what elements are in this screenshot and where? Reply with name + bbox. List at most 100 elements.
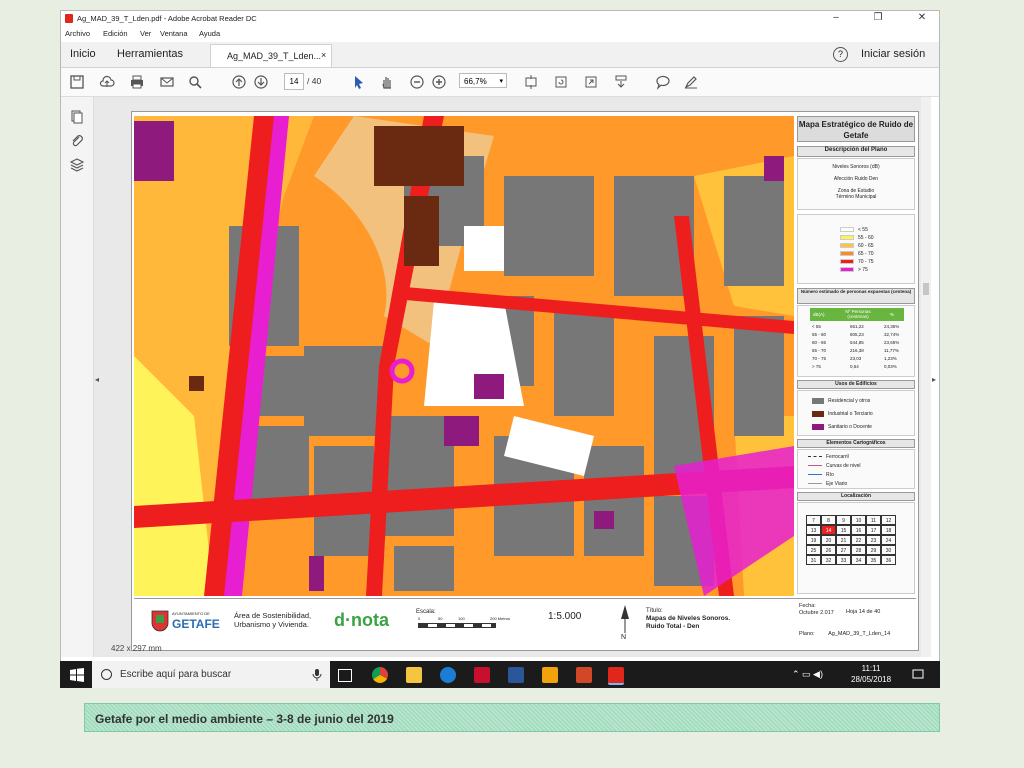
coat-of-arms-icon: [151, 610, 169, 632]
edge-icon[interactable]: [440, 667, 456, 683]
zoom-out-icon[interactable]: [409, 74, 425, 90]
menu-ventana[interactable]: Ventana: [160, 29, 188, 38]
acrobat-reader-icon[interactable]: [608, 667, 624, 685]
help-icon[interactable]: ?: [833, 47, 848, 62]
close-button[interactable]: ✕: [907, 12, 937, 23]
menu-archivo[interactable]: Archivo: [65, 29, 90, 38]
word-icon[interactable]: [508, 667, 524, 683]
chevron-down-icon: ▾: [499, 78, 503, 85]
desc-line: Niveles Sonoros (dB): [832, 164, 880, 170]
powerpoint-icon[interactable]: [576, 667, 592, 683]
map-legend: Mapa Estratégico de Ruido de Getafe Desc…: [795, 116, 915, 596]
scroll-mode-icon[interactable]: [613, 74, 629, 90]
windows-start-icon[interactable]: [70, 668, 84, 682]
tab-bar: Inicio Herramientas Ag_MAD_39_T_Lden... …: [61, 42, 939, 68]
search-icon[interactable]: [187, 74, 203, 90]
scrollbar-thumb[interactable]: [923, 283, 929, 295]
menu-ayuda[interactable]: Ayuda: [199, 29, 220, 38]
level-swatch: [840, 259, 854, 264]
people-col: dB(A): [813, 312, 825, 317]
level-swatch: [840, 267, 854, 272]
scale-ratio: 1:5.000: [548, 611, 582, 622]
microphone-icon[interactable]: [312, 669, 322, 681]
sheet-cell: 9: [836, 515, 851, 525]
level-swatch: [840, 235, 854, 240]
menu-ver[interactable]: Ver: [140, 29, 151, 38]
upload-cloud-icon[interactable]: [99, 74, 115, 90]
people-table-header: dB(A) Nº Personas (centenas) %: [810, 308, 904, 321]
table-row: 70 - 75 23,03 1,23%: [812, 356, 897, 361]
plan-date-value: Octubre 2.017: [799, 610, 834, 616]
table-row: 55 - 60 805,23 32,74%: [812, 332, 899, 337]
tab-tools[interactable]: Herramientas: [117, 48, 183, 60]
sheet-cell: 23: [866, 535, 881, 545]
sheet-cell: 30: [881, 545, 896, 555]
comment-icon[interactable]: [655, 74, 671, 90]
level-label: 60 - 65: [858, 243, 874, 249]
windows-taskbar: Escribe aquí para buscar ⌃ ▭ ◀) 11:11 28…: [60, 661, 940, 688]
sheet-cell: 21: [836, 535, 851, 545]
sheet-cell: 28: [851, 545, 866, 555]
hand-tool-icon[interactable]: [379, 74, 395, 90]
acrobat-icon[interactable]: [474, 667, 490, 683]
email-icon[interactable]: [159, 74, 175, 90]
plan-title-sub: Ruido Total - Den: [646, 623, 700, 630]
sheet-cell: 17: [866, 525, 881, 535]
attachment-icon[interactable]: [69, 133, 85, 149]
previous-page-icon[interactable]: [231, 74, 247, 90]
pages-icon[interactable]: [69, 109, 85, 125]
save-icon[interactable]: [69, 74, 85, 90]
plan-date: Fecha: Octubre 2.017: [799, 603, 834, 617]
use-label: Residencial y otros: [828, 398, 871, 404]
next-page-icon[interactable]: [253, 74, 269, 90]
rotate-icon[interactable]: [553, 74, 569, 90]
scale-tick: 0: [418, 616, 421, 621]
zoom-in-icon[interactable]: [431, 74, 447, 90]
plan-title: Título: Mapas de Niveles Sonoros. Ruido …: [646, 607, 730, 631]
department-name: Área de Sostenibilidad, Urbanismo y Vivi…: [234, 611, 312, 629]
sheet-cell: 20: [821, 535, 836, 545]
highlight-pen-icon[interactable]: [683, 74, 699, 90]
plan-date-label: Fecha:: [799, 603, 816, 609]
zoom-dropdown[interactable]: 66,7% ▾: [459, 73, 507, 88]
collapse-right-icon[interactable]: ▸: [932, 375, 936, 384]
sheet-cell: 29: [866, 545, 881, 555]
tab-home[interactable]: Inicio: [70, 48, 96, 60]
fit-page-icon[interactable]: [523, 74, 539, 90]
tab-close-icon[interactable]: ×: [321, 50, 326, 60]
carto-label: Río: [826, 472, 834, 478]
desc-line: Término Municipal: [835, 194, 877, 200]
scale-tick: 200 Metros: [490, 616, 511, 621]
level-swatch: [840, 243, 854, 248]
outlook-icon[interactable]: [542, 667, 558, 683]
uses-legend: Residencial y otros Industrial o Terciar…: [797, 390, 915, 436]
signin-link[interactable]: Iniciar sesión: [861, 48, 925, 60]
page-number-input[interactable]: 14: [284, 73, 304, 90]
levels-legend: < 55 55 - 60 60 - 65 65 - 70 70 - 75 > 7…: [797, 214, 915, 284]
notifications-icon[interactable]: [912, 669, 924, 681]
vertical-scrollbar[interactable]: [921, 97, 931, 657]
carto-label: Ferrocarril: [826, 454, 849, 460]
full-screen-icon[interactable]: [583, 74, 599, 90]
people-cell: < 55: [812, 324, 821, 329]
taskbar-search[interactable]: Escribe aquí para buscar: [92, 661, 330, 688]
chrome-icon[interactable]: [372, 667, 388, 683]
system-tray-icons[interactable]: ⌃ ▭ ◀): [792, 669, 823, 680]
file-explorer-icon[interactable]: [406, 667, 422, 683]
maximize-button[interactable]: ❐: [863, 12, 893, 23]
desc-body: Niveles Sonoros (dB) Afección Ruido Den …: [797, 158, 915, 210]
select-cursor-icon[interactable]: [351, 74, 367, 90]
minimize-button[interactable]: –: [821, 12, 851, 23]
task-view-icon[interactable]: [338, 669, 352, 682]
tab-document[interactable]: Ag_MAD_39_T_Lden... ×: [210, 44, 332, 67]
getafe-logo: AYUNTAMIENTO DE GETAFE: [150, 603, 220, 643]
municipality-sub: AYUNTAMIENTO DE: [172, 611, 210, 616]
desc-line: Afección Ruido Den: [833, 176, 879, 182]
north-label: N: [621, 634, 627, 641]
people-col: Nº Personas (centenas): [845, 309, 871, 319]
menu-edicion[interactable]: Edición: [103, 29, 128, 38]
layers-icon[interactable]: [69, 157, 85, 173]
collapse-left-icon[interactable]: ◂: [95, 375, 99, 384]
print-icon[interactable]: [129, 74, 145, 90]
taskbar-clock[interactable]: 11:11 28/05/2018: [851, 663, 891, 685]
